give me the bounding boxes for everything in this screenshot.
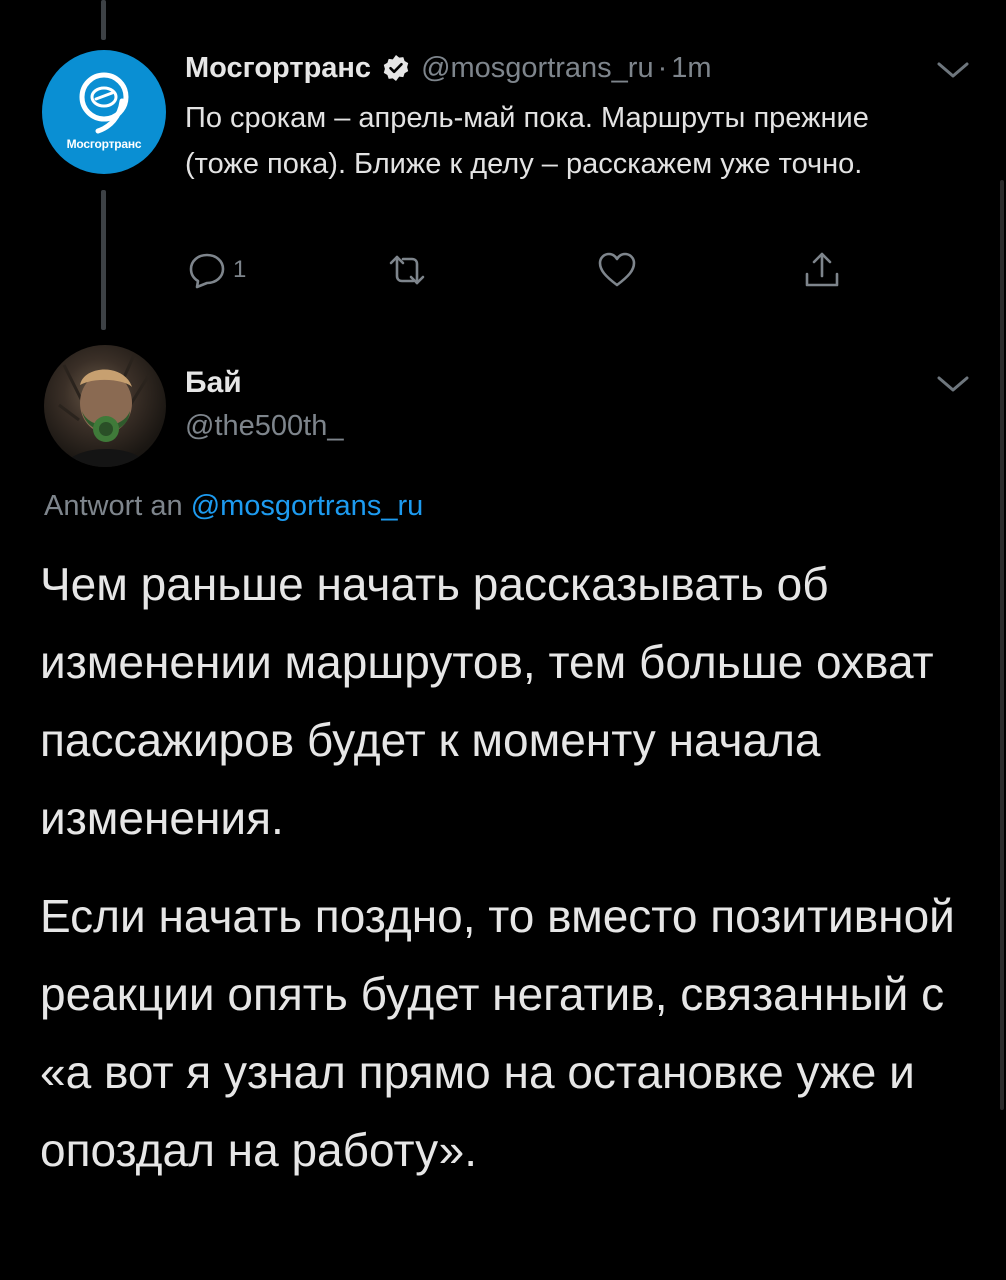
separator-dot: ·	[657, 51, 668, 84]
mosgortrans-logo-icon	[79, 72, 129, 134]
chevron-down-icon[interactable]	[935, 58, 971, 82]
like-icon	[598, 252, 636, 287]
avatar-logo-text: Мосгортранс	[66, 137, 142, 151]
share-icon	[805, 252, 839, 287]
chevron-down-icon[interactable]	[935, 372, 971, 396]
tweet-actions: 1	[185, 248, 865, 292]
tweet-paragraph: Если начать поздно, то вместо позитивной…	[40, 890, 955, 1176]
reply-button[interactable]: 1	[185, 248, 246, 292]
reply-prefix: Antwort an	[44, 490, 183, 522]
thread-line	[101, 0, 106, 40]
reply-mention-link[interactable]: @mosgortrans_ru	[191, 490, 424, 522]
like-button[interactable]	[595, 248, 639, 292]
avatar-bai[interactable]	[44, 345, 166, 467]
tweet-thread-screen: Мосгортранс Мосгортранс @mosgortrans_ru …	[0, 0, 1006, 1280]
author-handle[interactable]: @mosgortrans_ru	[421, 52, 654, 85]
reply-icon	[189, 253, 225, 289]
author-name[interactable]: Мосгортранс	[185, 52, 371, 85]
verified-badge-icon	[383, 55, 409, 81]
avatar-photo	[58, 354, 151, 467]
retweet-icon	[389, 255, 425, 285]
tweet-header: Мосгортранс @mosgortrans_ru · 1m	[185, 48, 712, 88]
thread-line	[101, 190, 106, 330]
share-button[interactable]	[800, 248, 844, 292]
tweet-text: По срокам – апрель-май пока. Маршруты пр…	[185, 102, 869, 180]
avatar-mosgortrans[interactable]: Мосгортранс	[42, 50, 166, 174]
reply-count: 1	[233, 256, 247, 283]
tweet-timestamp[interactable]: 1m	[671, 52, 711, 85]
tweet-paragraph: Чем раньше начать рассказывать об измене…	[40, 558, 934, 844]
author-handle[interactable]: @the500th_	[185, 410, 343, 443]
scrollbar[interactable]	[1000, 180, 1004, 1110]
replying-to: Antwort an @mosgortrans_ru	[44, 490, 423, 523]
retweet-button[interactable]	[385, 248, 429, 292]
tweet-body: Чем раньше начать рассказывать об измене…	[40, 545, 970, 1189]
author-name[interactable]: Бай	[185, 366, 242, 400]
